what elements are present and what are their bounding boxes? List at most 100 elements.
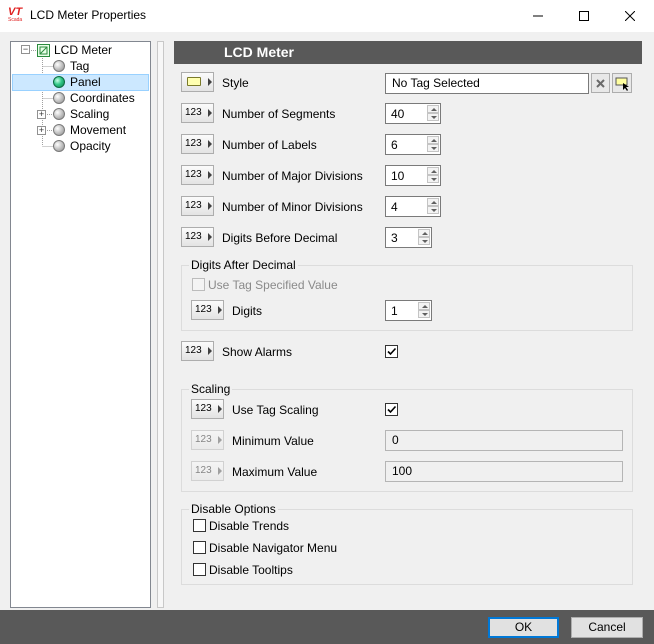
minor-tag-button[interactable]: 123 — [181, 196, 214, 216]
tree-item-opacity[interactable]: Opacity — [70, 139, 111, 153]
digits-down-button[interactable] — [418, 310, 430, 318]
tree-root-lcd-meter[interactable]: LCD Meter — [54, 43, 112, 57]
minimize-button[interactable] — [515, 0, 561, 32]
digits-after-decimal-title: Digits After Decimal — [189, 258, 298, 272]
before-decimal-tag-button[interactable]: 123 — [181, 227, 214, 247]
tag-ball-icon — [53, 60, 65, 72]
panel-header: LCD Meter — [174, 41, 642, 64]
tree-item-coordinates[interactable]: Coordinates — [70, 91, 135, 105]
disable-tooltips-checkbox[interactable] — [193, 563, 206, 576]
numeric-123-icon: 123 — [185, 138, 202, 149]
numeric-123-icon: 123 — [185, 345, 202, 356]
labels-up-button[interactable] — [427, 136, 439, 144]
use-tag-specified-label: Use Tag Specified Value — [208, 278, 338, 292]
numeric-123-icon: 123 — [185, 169, 202, 180]
browse-tag-button[interactable] — [612, 73, 632, 93]
major-divisions-stepper[interactable]: 10 — [385, 165, 441, 186]
major-up-button[interactable] — [427, 167, 439, 175]
digits-after-decimal-group — [181, 265, 633, 331]
close-icon — [625, 11, 635, 21]
scaling-ball-icon — [53, 108, 65, 120]
digits-label: Digits — [232, 304, 263, 318]
show-alarms-checkbox[interactable] — [385, 345, 398, 358]
style-tag-button[interactable] — [181, 72, 214, 92]
splitter[interactable] — [157, 41, 164, 608]
disable-trends-checkbox[interactable] — [193, 519, 206, 532]
numeric-123-icon: 123 — [195, 465, 212, 476]
show-alarms-tag-button[interactable]: 123 — [181, 341, 214, 361]
lcd-meter-icon — [37, 44, 50, 57]
cancel-button[interactable]: Cancel — [571, 617, 643, 638]
disable-options-title: Disable Options — [189, 502, 278, 516]
numeric-123-icon: 123 — [185, 107, 202, 118]
movement-ball-icon — [53, 124, 65, 136]
property-tree[interactable]: − LCD Meter Tag Panel Coordinates + Scal… — [10, 41, 151, 608]
tree-item-panel[interactable]: Panel — [70, 75, 101, 89]
close-button[interactable] — [607, 0, 653, 32]
minimum-value-tag-button[interactable]: 123 — [191, 430, 224, 450]
show-alarms-label: Show Alarms — [222, 345, 293, 359]
digits-up-button[interactable] — [418, 302, 430, 310]
app-logo: VT Scada — [8, 6, 23, 23]
opacity-ball-icon — [53, 140, 65, 152]
minor-down-button[interactable] — [427, 206, 439, 214]
segments-stepper[interactable]: 40 — [385, 103, 441, 124]
disable-trends-label: Disable Trends — [209, 519, 290, 533]
segments-tag-button[interactable]: 123 — [181, 103, 214, 123]
major-divisions-label: Number of Major Divisions — [222, 169, 363, 183]
tag-browse-icon — [615, 77, 629, 91]
panel-ball-icon — [53, 76, 65, 88]
labels-stepper[interactable]: 6 — [385, 134, 441, 155]
numeric-123-icon: 123 — [195, 403, 212, 414]
checkmark-icon — [387, 405, 397, 414]
checkmark-icon — [387, 347, 397, 356]
maximum-value-label: Maximum Value — [232, 465, 318, 479]
digits-before-decimal-label: Digits Before Decimal — [222, 231, 338, 245]
expand-scaling-icon[interactable]: + — [37, 110, 46, 119]
ok-button[interactable]: OK — [488, 617, 559, 638]
coordinates-ball-icon — [53, 92, 65, 104]
disable-tooltips-label: Disable Tooltips — [209, 563, 293, 577]
digits-stepper[interactable]: 1 — [385, 300, 432, 321]
style-label: Style — [222, 76, 249, 90]
minimum-value-label: Minimum Value — [232, 434, 314, 448]
maximize-button[interactable] — [561, 0, 607, 32]
segments-up-button[interactable] — [427, 105, 439, 113]
tree-item-tag[interactable]: Tag — [70, 59, 89, 73]
minimum-value-field[interactable]: 0 — [385, 430, 623, 451]
minor-divisions-label: Number of Minor Divisions — [222, 200, 363, 214]
scaling-title: Scaling — [189, 382, 233, 396]
collapse-icon[interactable]: − — [21, 45, 30, 54]
segments-down-button[interactable] — [427, 113, 439, 121]
major-tag-button[interactable]: 123 — [181, 165, 214, 185]
expand-movement-icon[interactable]: + — [37, 126, 46, 135]
minor-up-button[interactable] — [427, 198, 439, 206]
maximum-value-tag-button[interactable]: 123 — [191, 461, 224, 481]
numeric-123-icon: 123 — [185, 200, 202, 211]
minimize-icon — [533, 15, 543, 17]
disable-navigator-label: Disable Navigator Menu — [209, 541, 338, 555]
numeric-123-icon: 123 — [185, 231, 202, 242]
maximize-icon — [579, 11, 589, 21]
minor-divisions-stepper[interactable]: 4 — [385, 196, 441, 217]
digits-tag-button[interactable]: 123 — [191, 300, 224, 320]
labels-down-button[interactable] — [427, 144, 439, 152]
use-tag-scaling-label: Use Tag Scaling — [232, 403, 319, 417]
maximum-value-field[interactable]: 100 — [385, 461, 623, 482]
tree-item-movement[interactable]: Movement — [70, 123, 126, 137]
style-tag-field[interactable]: No Tag Selected — [385, 73, 589, 94]
use-tag-specified-checkbox[interactable] — [192, 278, 205, 291]
before-decimal-down-button[interactable] — [418, 237, 430, 245]
clear-tag-button[interactable] — [591, 73, 610, 93]
disable-navigator-checkbox[interactable] — [193, 541, 206, 554]
numeric-123-icon: 123 — [195, 434, 212, 445]
tree-item-scaling[interactable]: Scaling — [70, 107, 109, 121]
use-tag-scaling-tag-button[interactable]: 123 — [191, 399, 224, 419]
labels-tag-button[interactable]: 123 — [181, 134, 214, 154]
digits-before-decimal-stepper[interactable]: 3 — [385, 227, 432, 248]
segments-label: Number of Segments — [222, 107, 336, 121]
use-tag-scaling-checkbox[interactable] — [385, 403, 398, 416]
before-decimal-up-button[interactable] — [418, 229, 430, 237]
window-title: LCD Meter Properties — [30, 8, 147, 22]
major-down-button[interactable] — [427, 175, 439, 183]
